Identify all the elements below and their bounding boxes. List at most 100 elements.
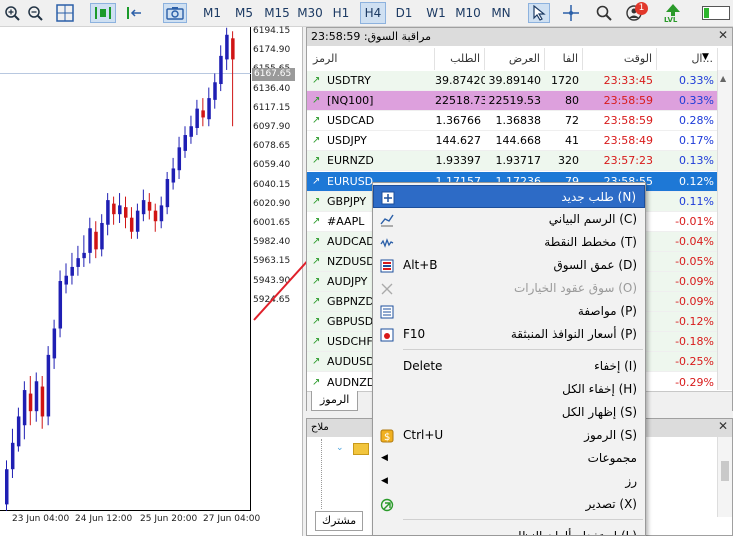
timeframe-m15[interactable]: M15: [262, 2, 292, 24]
timeframe-m10[interactable]: M10: [453, 2, 483, 24]
menu-label: إخفاء الكل (H): [562, 382, 637, 396]
table-row[interactable]: ↗ USDTRY 39.87420 39.89140 1720 23:33:45 0.33%: [307, 71, 718, 91]
menu-label: مواصفة (P): [577, 304, 637, 318]
candle-body: [106, 200, 110, 225]
menu-label: مخطط النقطة (T): [544, 235, 637, 249]
menu-item-item[interactable]: Delete إخفاء (I): [373, 355, 645, 378]
screenshot-icon[interactable]: [163, 3, 187, 23]
menu-item-tick-chart[interactable]: مخطط النقطة (T): [373, 231, 645, 254]
menu-item-new-order[interactable]: طلب جديد (N): [373, 185, 645, 208]
auto-scroll-icon[interactable]: [90, 3, 116, 23]
cell-change: -0.29%: [675, 375, 714, 389]
menu-item-symbols[interactable]: $ Ctrl+U الرموز (S): [373, 424, 645, 447]
level-icon[interactable]: LVL: [662, 3, 684, 25]
menu-label: طلب جديد (N): [561, 190, 636, 204]
time-axis-label: 27 Jun 04:00: [203, 514, 261, 524]
cell-change: -0.05%: [675, 254, 714, 268]
table-row[interactable]: ↗ USDJPY 144.627 144.668 41 23:58:49 0.17%: [307, 131, 718, 152]
candle-body: [219, 55, 223, 85]
timeframe-d1[interactable]: D1: [392, 2, 416, 24]
candle-body: [213, 82, 217, 100]
sort-arrow-icon[interactable]: ▼: [702, 52, 709, 62]
price-axis-label: 6078.65: [253, 141, 291, 152]
export-icon: [379, 497, 395, 513]
menu-label: استخدام ألوان النظام (L): [511, 525, 637, 535]
cell-change: 0.28%: [679, 114, 714, 128]
timeframe-h1[interactable]: H1: [329, 2, 353, 24]
cell-bid: 1.36766: [435, 114, 482, 128]
time-axis-label: 25 Jun 20:00: [140, 514, 198, 524]
market-watch-scrollbar[interactable]: ▲: [717, 70, 732, 390]
spec-icon: [379, 304, 395, 320]
cell-change: -0.01%: [675, 214, 714, 228]
table-row[interactable]: ↗ EURNZD 1.93397 1.93717 320 23:57:23 0.13%: [307, 151, 718, 172]
menu-item-popup-prices[interactable]: F10 أسعار النوافذ المنبثقة (P): [373, 323, 645, 346]
tab-symbols[interactable]: الرموز: [311, 391, 359, 411]
search-icon[interactable]: [594, 3, 614, 23]
timeframe-m30[interactable]: M30: [295, 2, 325, 24]
chart-plot-area[interactable]: [0, 27, 251, 511]
col-header-spread[interactable]: الفا: [545, 48, 583, 70]
cell-ask: 1.93717: [495, 154, 542, 168]
cursor-icon[interactable]: [528, 3, 550, 23]
timeframe-mn[interactable]: MN: [488, 2, 514, 24]
menu-item-item[interactable]: استخدام ألوان النظام (L): [373, 525, 645, 535]
price-axis-label: 6174.90: [253, 45, 291, 56]
cell-bid: 39.87420: [435, 74, 485, 87]
timeframe-w1[interactable]: W1: [424, 2, 448, 24]
col-header-time[interactable]: الوقت: [583, 48, 657, 70]
menu-item-chart[interactable]: الرسم البياني (C): [373, 208, 645, 231]
cell-change: -0.09%: [675, 295, 714, 309]
expand-chevron-icon[interactable]: ⌄: [336, 443, 344, 453]
tick-chart-icon: [379, 235, 395, 251]
menu-item-item[interactable]: إخفاء الكل (H): [373, 378, 645, 401]
menu-item-item[interactable]: إظهار الكل (S): [373, 401, 645, 424]
grid-icon[interactable]: [55, 3, 75, 23]
chart-icon: [379, 212, 395, 228]
menu-label: عمق السوق (D): [553, 258, 637, 272]
cell-ask: 1.36838: [495, 114, 542, 128]
menu-item-export[interactable]: تصدير (X): [373, 493, 645, 516]
tab-common[interactable]: مشترك: [315, 511, 364, 531]
cell-change: 0.11%: [679, 194, 714, 208]
cell-spread: 80: [565, 94, 579, 108]
menu-label: تصدير (X): [585, 497, 637, 511]
cell-spread: 320: [558, 154, 579, 168]
time-axis-label: 24 Jun 12:00: [75, 514, 133, 524]
zoom-out-icon[interactable]: [25, 3, 45, 23]
cell-time: 23:58:49: [603, 134, 653, 148]
cell-change: -0.12%: [675, 315, 714, 329]
chart-shift-icon[interactable]: [124, 3, 144, 23]
navigator-scrollbar[interactable]: [717, 437, 732, 517]
new-order-icon: [380, 190, 396, 206]
tree-line: [321, 439, 322, 509]
menu-item-item[interactable]: رز ◀: [373, 470, 645, 493]
candle-body: [76, 258, 80, 267]
menu-item-depth[interactable]: Alt+B عمق السوق (D): [373, 254, 645, 277]
col-header-bid[interactable]: الطلب: [435, 48, 485, 70]
menu-shortcut: F10: [403, 327, 426, 341]
menu-label: أسعار النوافذ المنبثقة (P): [510, 327, 637, 341]
col-header-symbol[interactable]: الرمز: [307, 48, 435, 70]
candle-body: [201, 110, 205, 118]
table-row[interactable]: ↗ [NQ100] 22518.73 22519.53 80 23:58:59 0.33%: [307, 91, 718, 112]
menu-item-options[interactable]: سوق عقود الخيارات (O): [373, 277, 645, 300]
navigator-close-icon[interactable]: ✕: [718, 419, 728, 433]
folder-icon[interactable]: [353, 443, 369, 455]
menu-item-spec[interactable]: مواصفة (P): [373, 300, 645, 323]
timeframe-m5[interactable]: M5: [232, 2, 256, 24]
close-icon[interactable]: ✕: [718, 28, 728, 42]
col-header-ask[interactable]: العرض: [485, 48, 545, 70]
crosshair-icon[interactable]: [561, 3, 581, 23]
menu-label: سوق عقود الخيارات (O): [513, 281, 637, 295]
candle-body: [231, 38, 235, 60]
zoom-in-icon[interactable]: [2, 3, 22, 23]
price-axis-label: 6194.15: [253, 26, 291, 36]
menu-item-item[interactable]: مجموعات ◀: [373, 447, 645, 470]
menu-label: رز: [625, 474, 637, 488]
candle-body: [159, 205, 164, 222]
popup-prices-icon: [379, 327, 395, 343]
timeframe-m1[interactable]: M1: [200, 2, 224, 24]
table-row[interactable]: ↗ USDCAD 1.36766 1.36838 72 23:58:59 0.28%: [307, 111, 718, 132]
timeframe-h4[interactable]: H4: [360, 2, 386, 24]
